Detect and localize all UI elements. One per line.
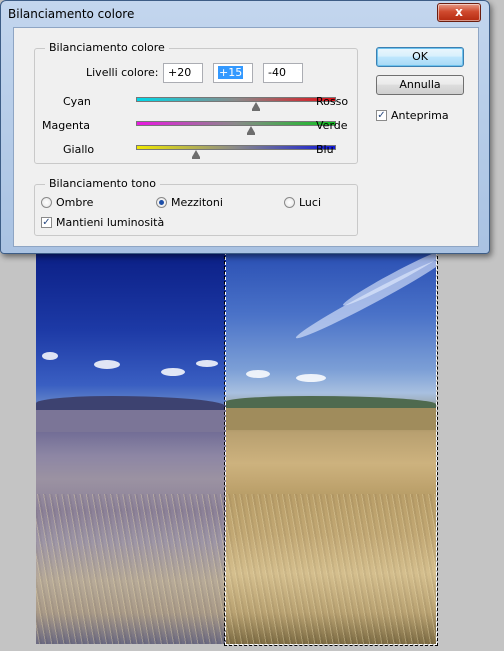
level-magenta-green-input[interactable]: +15 [213, 63, 253, 83]
shadows-radio[interactable] [41, 197, 52, 208]
original-half [36, 252, 226, 644]
cancel-button[interactable]: Annulla [376, 75, 464, 95]
cloud [42, 352, 58, 360]
highlights-radio[interactable] [284, 197, 295, 208]
shadows-label[interactable]: Ombre [56, 196, 93, 209]
slider-blue-label: Blu [316, 143, 334, 156]
dialog-title: Bilanciamento colore [8, 7, 135, 21]
midtones-radio[interactable] [156, 197, 167, 208]
cyan-red-slider-thumb[interactable] [252, 102, 260, 111]
ok-button[interactable]: OK [376, 47, 464, 67]
dialog-body: Bilanciamento colore Livelli colore: +20… [13, 27, 479, 247]
highlights-label[interactable]: Luci [299, 196, 321, 209]
preserve-luminosity-label[interactable]: Mantieni luminosità [56, 216, 164, 229]
preview-label[interactable]: Anteprima [391, 109, 449, 122]
level-cyan-red-input[interactable]: +20 [163, 63, 203, 83]
level-yellow-blue-input[interactable]: -40 [263, 63, 303, 83]
color-balance-dialog: Bilanciamento colore x Bilanciamento col… [0, 0, 490, 254]
slider-cyan-label: Cyan [63, 95, 91, 108]
selection-marquee [224, 251, 438, 646]
title-bar[interactable]: Bilanciamento colore x [1, 1, 489, 27]
yellow-blue-slider[interactable] [136, 145, 336, 150]
color-balance-legend: Bilanciamento colore [45, 41, 169, 54]
slider-red-label: Rosso [316, 95, 349, 108]
yellow-blue-slider-thumb[interactable] [192, 150, 200, 159]
field-band [36, 410, 226, 432]
preview-checkbox[interactable]: ✓ [376, 110, 387, 121]
tone-balance-group: Bilanciamento tono Ombre Mezzitoni Luci … [34, 177, 358, 236]
magenta-green-slider[interactable] [136, 121, 336, 126]
magenta-green-slider-thumb[interactable] [247, 126, 255, 135]
cyan-red-slider[interactable] [136, 97, 336, 102]
preserve-luminosity-checkbox[interactable]: ✓ [41, 217, 52, 228]
slider-green-label: Verde [316, 119, 348, 132]
cloud [196, 360, 218, 367]
midtones-label[interactable]: Mezzitoni [171, 196, 223, 209]
cloud [94, 360, 120, 369]
tone-balance-legend: Bilanciamento tono [45, 177, 160, 190]
slider-yellow-label: Giallo [63, 143, 95, 156]
levels-label: Livelli colore: [86, 66, 159, 79]
cloud [161, 368, 185, 376]
color-balance-group: Bilanciamento colore Livelli colore: +20… [34, 41, 358, 164]
close-button[interactable]: x [437, 3, 481, 22]
grass [36, 494, 226, 644]
slider-magenta-label: Magenta [42, 119, 91, 132]
close-icon: x [455, 5, 463, 19]
